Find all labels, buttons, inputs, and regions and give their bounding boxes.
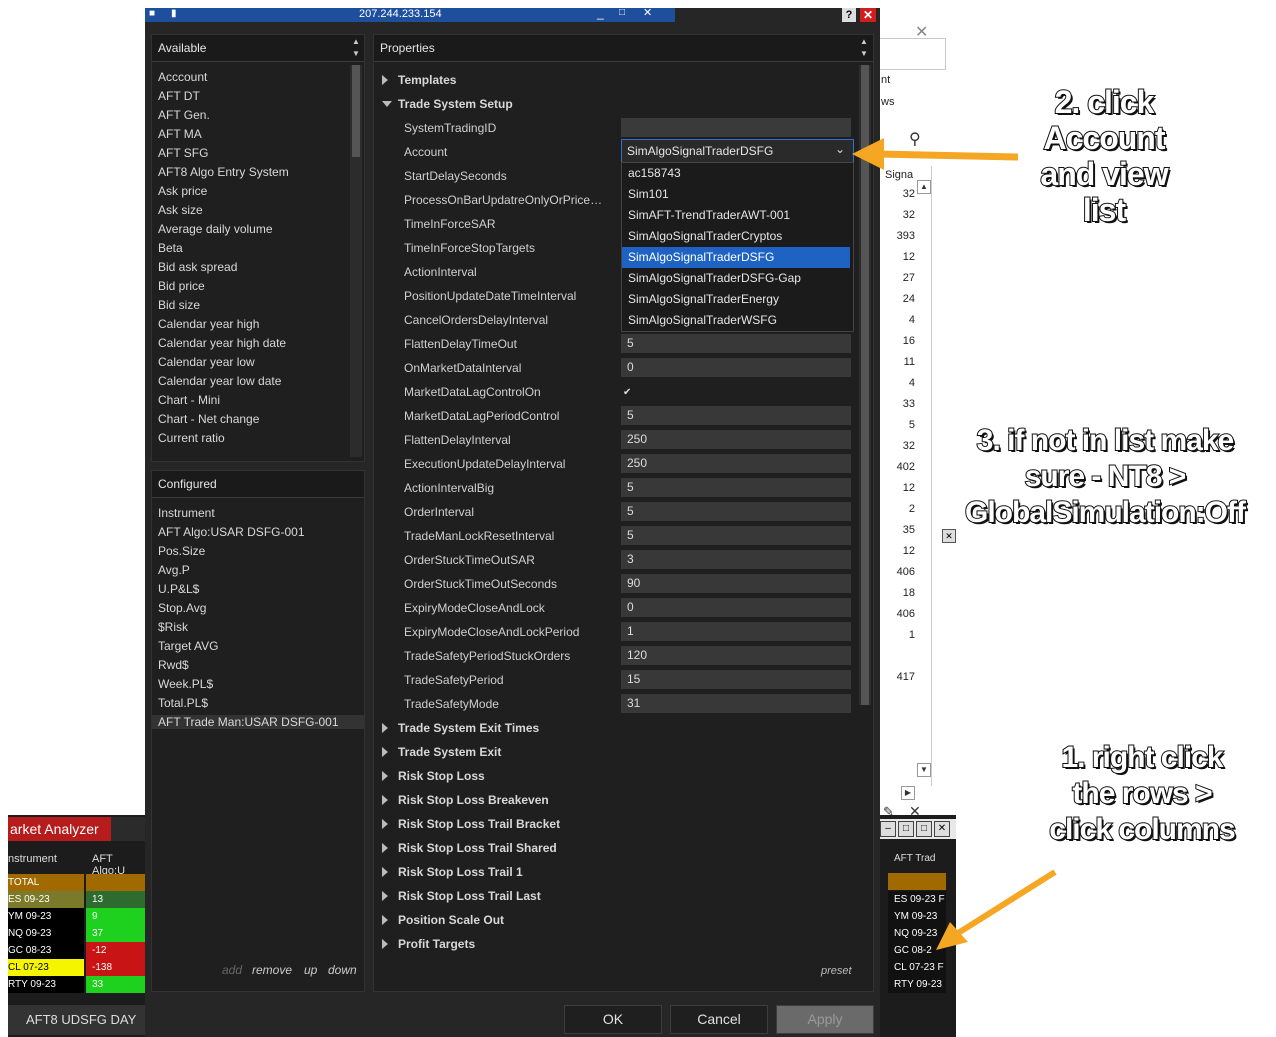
annotation-line: sure - NT8 > <box>1024 459 1188 494</box>
arrow-to-account <box>852 138 1019 170</box>
annotation-line: 2. click <box>1054 83 1156 121</box>
annotation-line: Account <box>1043 119 1167 157</box>
arrow-to-rows <box>936 869 1057 950</box>
annotation-line: the rows > <box>1071 776 1213 811</box>
annotation-line: and view <box>1039 155 1169 193</box>
annotation-line: click columns <box>1048 812 1236 847</box>
annotation-step3: 3. if not in list make sure - NT8 > Glob… <box>956 423 1254 531</box>
annotation-step1: 1. right click the rows > click columns <box>1032 740 1252 848</box>
annotation-line: 1. right click <box>1060 740 1224 775</box>
annotation-line: GlobalSimulation:Off <box>964 495 1247 530</box>
annotation-step2: 2. click Account and view list <box>1018 83 1190 229</box>
annotation-line: list <box>1082 191 1127 229</box>
annotation-line: 3. if not in list make <box>976 423 1235 458</box>
